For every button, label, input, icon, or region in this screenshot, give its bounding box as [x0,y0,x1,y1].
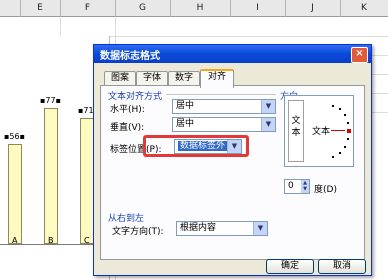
degrees-label: 度(D) [314,185,337,195]
tab-alignment[interactable]: 对齐 [200,69,234,88]
dial-tick [332,105,334,107]
dial-tick [332,156,334,158]
column-header-j[interactable]: J [285,0,341,17]
horizontal-label: 水平(H): [110,105,145,115]
column-header-i[interactable]: I [230,0,286,17]
data-label-b[interactable]: ▪77▪ [40,96,61,105]
column-header-e[interactable]: E [20,0,61,17]
chevron-down-icon[interactable]: ▼ [253,222,267,235]
orientation-control[interactable]: 文本 文本 [284,95,354,167]
dial-tick [344,146,346,148]
tab-number[interactable]: 数字 [168,71,200,86]
vertical-label: 垂直(V): [110,123,145,133]
category-label-b: B [48,236,54,245]
dial-handle[interactable] [347,129,351,133]
dial-tick [344,114,346,116]
highlight-annotation [143,135,249,157]
horizontal-value: 居中 [176,101,195,111]
row-header-corner[interactable] [0,0,21,17]
tab-patterns[interactable]: 图案 [104,71,136,86]
text-direction-select[interactable]: 根据内容 ▼ [176,221,268,236]
chart-bar-a[interactable] [8,144,22,244]
close-icon: × [355,48,364,59]
column-header-bar: E F G H I J K [0,0,388,17]
spinner-arrows-icon[interactable]: ▲ ▼ [301,180,309,193]
vertical-value: 居中 [176,119,195,129]
dial-tick [347,122,349,124]
chevron-down-icon[interactable]: ▼ [261,118,275,131]
column-header-f[interactable]: F [60,0,116,17]
horizontal-select[interactable]: 居中 ▼ [172,99,276,114]
degrees-spinner[interactable]: 0 ▲ ▼ [284,179,310,194]
column-header-h[interactable]: H [170,0,231,17]
data-label-a[interactable]: ▪56▪ [4,132,25,141]
column-header-g[interactable]: G [115,0,171,17]
close-button[interactable]: × [351,47,368,63]
vertical-text-option[interactable]: 文本 [288,100,304,162]
dial-tick [339,108,341,110]
chart-bar-c[interactable] [80,118,94,244]
chart-bar-b[interactable] [44,108,58,244]
group-separator [166,94,276,95]
format-data-labels-dialog: 数据标志格式 × 图案 字体 数字 对齐 文本对齐方式 水平(H): 居中 ▼ … [93,44,372,276]
category-label-a: A [12,236,18,245]
vertical-select[interactable]: 居中 ▼ [172,117,276,132]
dialog-title: 数据标志格式 [100,51,160,62]
dial-tick [347,138,349,140]
chevron-down-icon[interactable]: ▼ [261,100,275,113]
tab-font[interactable]: 字体 [136,71,168,86]
category-label-c: C [84,236,90,245]
dial-tick [339,152,341,154]
vertical-text-label: 文本 [291,116,301,138]
text-direction-value: 根据内容 [180,223,217,233]
dial-pointer [331,130,345,131]
ok-button[interactable]: 确定 [266,259,314,274]
orientation-dial-text: 文本 [312,127,331,137]
text-direction-label: 文字方向(T): [112,227,164,237]
text-alignment-group-title: 文本对齐方式 [108,92,163,102]
degrees-value: 0 [288,181,294,191]
column-header-k[interactable]: K [340,0,388,17]
rtl-group-title: 从右到左 [108,214,145,224]
cancel-button[interactable]: 取消 [318,259,366,274]
dialog-titlebar[interactable]: 数据标志格式 × [94,45,371,63]
